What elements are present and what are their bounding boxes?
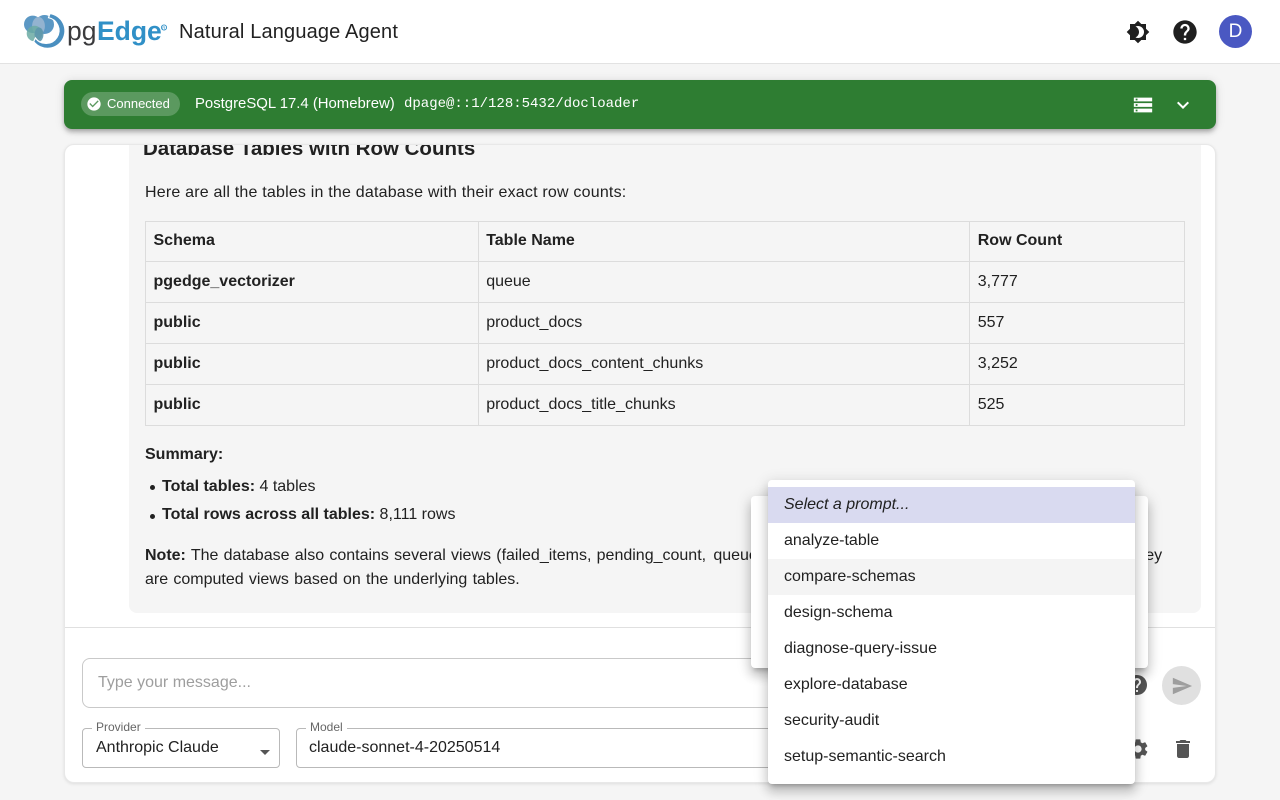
svg-text:pg: pg [67, 16, 96, 46]
svg-text:Edge: Edge [97, 16, 162, 46]
